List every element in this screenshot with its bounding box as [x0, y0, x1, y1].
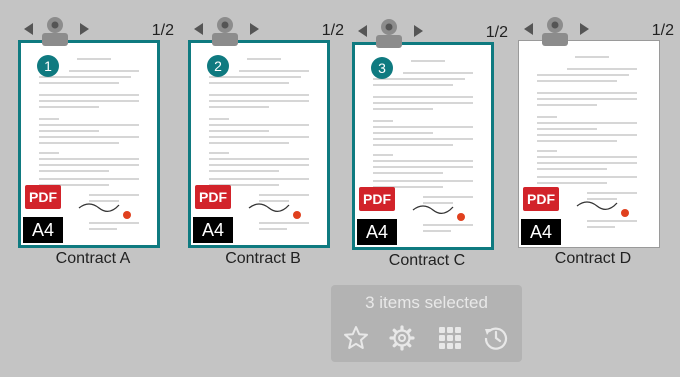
- prev-page-arrow-icon[interactable]: [358, 25, 367, 37]
- selection-action-bar: 3 items selected: [331, 285, 522, 362]
- next-page-arrow-icon[interactable]: [414, 25, 423, 37]
- selection-badge: 1: [37, 55, 59, 77]
- binder-clip-icon: [376, 19, 402, 48]
- binder-clip-icon: [542, 17, 568, 46]
- document-name: Contract A: [55, 250, 131, 267]
- paper-size-label: A4: [193, 217, 233, 243]
- selection-badge: 2: [207, 55, 229, 77]
- document-thumbnail[interactable]: 1 PDF A4: [18, 40, 160, 248]
- paper-size-label: A4: [357, 219, 397, 245]
- next-page-arrow-icon[interactable]: [580, 23, 589, 35]
- pdf-file-icon: PDF: [195, 185, 231, 209]
- next-page-arrow-icon[interactable]: [250, 23, 259, 35]
- next-page-arrow-icon[interactable]: [80, 23, 89, 35]
- page-indicator: 1/2: [321, 22, 344, 39]
- grid-icon[interactable]: [437, 325, 463, 351]
- selection-count-label: 3 items selected: [365, 293, 488, 312]
- selection-badge: 3: [371, 57, 393, 79]
- paper-size-label: A4: [23, 217, 63, 243]
- document-thumbnail[interactable]: 3 PDF A4: [352, 42, 494, 250]
- document-thumbnail[interactable]: PDF A4: [518, 40, 660, 248]
- document-thumbnail[interactable]: 2 PDF A4: [188, 40, 330, 248]
- document-name: Contract B: [225, 250, 301, 267]
- prev-page-arrow-icon[interactable]: [194, 23, 203, 35]
- binder-clip-icon: [42, 17, 68, 46]
- history-icon[interactable]: [483, 325, 509, 351]
- prev-page-arrow-icon[interactable]: [524, 23, 533, 35]
- binder-clip-icon: [212, 17, 238, 46]
- pdf-file-icon: PDF: [359, 187, 395, 211]
- document-name: Contract C: [388, 252, 466, 269]
- gear-icon[interactable]: [389, 325, 415, 351]
- paper-size-label: A4: [521, 219, 561, 245]
- pdf-file-icon: PDF: [25, 185, 61, 209]
- page-indicator: 1/2: [485, 24, 508, 41]
- page-indicator: 1/2: [651, 22, 674, 39]
- prev-page-arrow-icon[interactable]: [24, 23, 33, 35]
- page-indicator: 1/2: [151, 22, 174, 39]
- document-name: Contract D: [554, 250, 632, 267]
- pdf-file-icon: PDF: [523, 187, 559, 211]
- star-icon[interactable]: [343, 325, 369, 351]
